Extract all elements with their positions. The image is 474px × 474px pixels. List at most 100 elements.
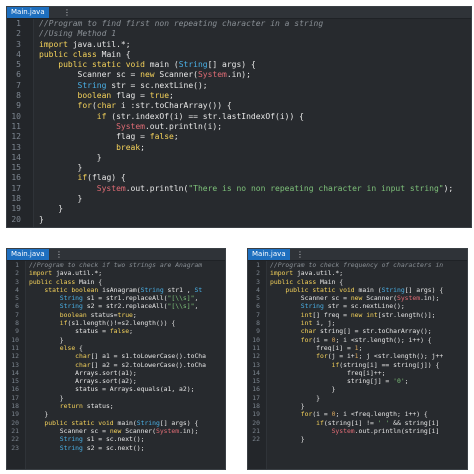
line-number: 19 <box>11 410 19 419</box>
line-number: 20 <box>11 214 21 224</box>
code-text: for(i = 0; i <freq.length; i++) { <box>270 410 428 418</box>
code-token: main( <box>117 418 137 427</box>
code-area[interactable]: 1 //Program to check if two strings are A… <box>7 261 225 452</box>
code-token: } <box>39 194 83 204</box>
code-line: 3 import java.util.*; <box>7 40 471 50</box>
file-tab-main[interactable]: Main.java <box>7 249 49 260</box>
code-token: String <box>136 418 160 427</box>
code-text: public static void main (String[] args) … <box>39 60 256 70</box>
code-token: [] a1 = s1.toLowerCase().toCha <box>90 352 206 361</box>
code-token: public static void <box>285 285 359 294</box>
code-line: 4 public static void main (String[] args… <box>248 286 467 294</box>
code-token: java.util.*; <box>55 269 103 278</box>
line-number: 14 <box>11 368 19 377</box>
line-number: 12 <box>11 132 21 142</box>
code-token: str = sc.nextLine(); <box>106 80 208 90</box>
code-token: char <box>96 101 121 111</box>
code-token: freq[i]++; <box>270 368 386 377</box>
code-token: for <box>77 101 92 111</box>
kebab-icon[interactable]: ⋮ <box>63 7 71 18</box>
code-text: import java.util.*; <box>29 269 102 277</box>
code-token: (flag) { <box>87 173 126 183</box>
code-text: static boolean isAnagram(String str1 , S… <box>29 286 202 294</box>
code-line: 12 flag = false; <box>7 132 471 142</box>
line-number: 2 <box>15 269 19 278</box>
line-number: 9 <box>15 327 19 336</box>
code-text: } <box>270 435 305 443</box>
code-token: isAnagram( <box>102 285 141 294</box>
kebab-icon[interactable]: ⋮ <box>296 249 304 260</box>
code-token: '0' <box>393 377 405 386</box>
code-line: 13 char[] a2 = s2.toLowerCase().toCha <box>7 361 225 369</box>
code-token: (s1.length()!=s2.length()) { <box>67 319 176 328</box>
code-token: } <box>39 163 83 173</box>
code-area[interactable]: 1 //Program to find first non repeating c… <box>7 19 471 225</box>
code-token: "There is no non repeating character in … <box>188 183 444 193</box>
code-token: //Program to check frequency of characte… <box>270 261 444 269</box>
code-token: s2 = sc.next(); <box>82 443 145 452</box>
code-text: } <box>39 204 63 214</box>
file-tab-main[interactable]: Main.java <box>7 7 49 18</box>
line-number: 12 <box>252 352 260 361</box>
line-number: 5 <box>16 60 21 70</box>
code-text: for(char i :str.toCharArray()) { <box>39 101 232 111</box>
line-number: 4 <box>16 49 21 59</box>
code-token: [] args) { <box>159 418 199 427</box>
code-token: ; i <freq.length; i++) { <box>335 410 428 419</box>
code-text: public class Main { <box>39 50 131 60</box>
code-text: Scanner sc = new Scanner(System.in); <box>270 294 440 303</box>
line-number: 22 <box>252 435 260 444</box>
code-line: 21 System.out.println(string[i] <box>248 427 467 435</box>
code-token: .in); <box>226 70 251 80</box>
code-token: return <box>59 402 87 411</box>
code-token: .out.println( <box>125 183 189 193</box>
code-line: 20 if(string[i] != ' ' && string[i] <box>248 419 467 427</box>
code-token: freq[i] = <box>270 343 355 352</box>
code-text: //Program to check if two strings are An… <box>29 261 202 269</box>
code-line: 5 String s1 = str1.replaceAll("[\\s]", <box>7 294 225 302</box>
code-line: 21 Scanner sc = new Scanner(System.in); <box>7 427 225 435</box>
code-token: [] a2 = s2.toLowerCase().toCha <box>90 360 206 369</box>
code-line: 16 if(flag) { <box>7 173 471 183</box>
code-line: 2 import java.util.*; <box>7 269 225 277</box>
code-token: ; <box>173 132 179 142</box>
code-text: } <box>39 153 102 163</box>
file-tab-main[interactable]: Main.java <box>248 249 290 260</box>
line-number: 2 <box>16 29 21 39</box>
code-text: String s1 = str1.replaceAll("[\\s]", <box>29 294 202 302</box>
code-area[interactable]: 1 //Program to check frequency of charact… <box>248 261 467 444</box>
code-token: ; <box>404 377 409 386</box>
code-token: s1 = str1.replaceAll( <box>82 294 168 303</box>
code-token: ; i <str.length(); i++) { <box>335 335 432 344</box>
code-line: 1 //Program to check if two strings are A… <box>7 261 225 269</box>
code-line: 12 for(j = i+1; j <str.length(); j++ <box>248 352 467 360</box>
code-line: 19 } <box>7 410 225 418</box>
code-token: ; <box>358 343 363 352</box>
kebab-icon[interactable]: ⋮ <box>55 249 63 260</box>
line-number: 19 <box>252 410 260 419</box>
code-token: new <box>140 70 160 80</box>
code-text: Arrays.sort(a2); <box>29 377 137 385</box>
code-line: 7 String str = sc.nextLine(); <box>7 81 471 91</box>
code-text: Scanner sc = new Scanner(System.in); <box>39 70 251 80</box>
code-token: int <box>300 319 317 328</box>
line-number: 6 <box>256 302 260 311</box>
line-number: 3 <box>15 277 19 286</box>
code-line: 18 return status; <box>7 402 225 410</box>
code-token: Scanner( <box>366 294 397 303</box>
line-number: 10 <box>11 335 19 344</box>
code-line: 23 String s2 = sc.next(); <box>7 444 225 452</box>
code-line: 18 } <box>248 402 467 410</box>
code-line: 20 public static void main(String[] args… <box>7 419 225 427</box>
code-line: 15 } <box>7 163 471 173</box>
code-token: java.util.*; <box>296 269 344 278</box>
code-token: System <box>155 426 180 435</box>
code-text: System.out.println(i); <box>39 122 222 132</box>
line-number: 20 <box>252 418 260 427</box>
